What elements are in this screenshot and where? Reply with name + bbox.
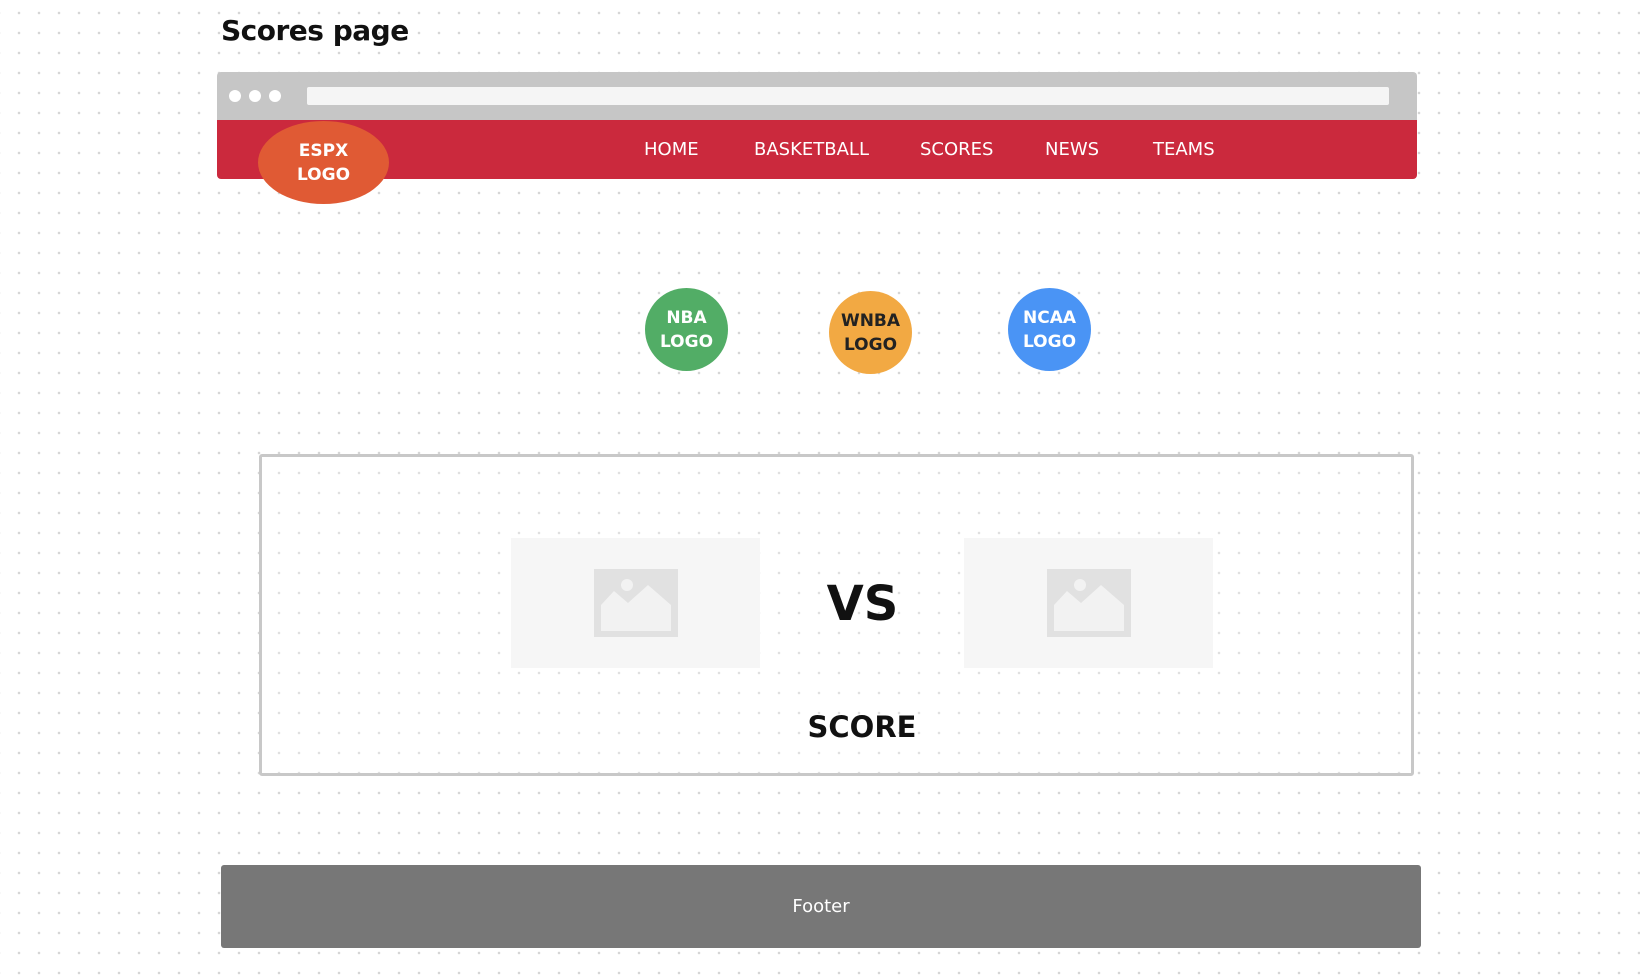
footer: Footer (221, 865, 1421, 948)
espx-logo-line2: LOGO (296, 164, 351, 185)
window-dot-icon (269, 90, 281, 102)
image-placeholder-icon (593, 569, 678, 637)
ncaa-logo[interactable]: NCAA LOGO (1008, 288, 1091, 371)
nav-item-scores[interactable]: SCORES (920, 139, 993, 160)
ncaa-logo-line1: NCAA (1022, 307, 1077, 328)
image-placeholder-icon (1046, 569, 1131, 637)
nba-logo[interactable]: NBA LOGO (645, 288, 728, 371)
wnba-logo-line1: WNBA (840, 310, 901, 331)
nba-logo-line2: LOGO (659, 331, 714, 352)
nav-item-news[interactable]: NEWS (1045, 139, 1099, 160)
window-dot-icon (229, 90, 241, 102)
ncaa-logo-line2: LOGO (1022, 331, 1077, 352)
espx-logo[interactable]: ESPX LOGO (258, 121, 389, 204)
wnba-logo[interactable]: WNBA LOGO (829, 291, 912, 374)
team-1-image (511, 538, 760, 668)
team-2-image (964, 538, 1213, 668)
score-label: SCORE (807, 710, 917, 744)
browser-chrome (217, 72, 1417, 120)
wnba-logo-line2: LOGO (843, 334, 898, 355)
nba-logo-line1: NBA (666, 307, 707, 328)
footer-label: Footer (792, 896, 850, 917)
espx-logo-line1: ESPX (298, 140, 349, 161)
nav-item-teams[interactable]: TEAMS (1153, 139, 1215, 160)
window-dot-icon (249, 90, 261, 102)
page-title: Scores page (221, 14, 409, 47)
address-bar[interactable] (307, 87, 1389, 105)
vs-label: VS (826, 576, 899, 632)
nav-item-basketball[interactable]: BASKETBALL (754, 139, 869, 160)
nav-item-home[interactable]: HOME (644, 139, 699, 160)
